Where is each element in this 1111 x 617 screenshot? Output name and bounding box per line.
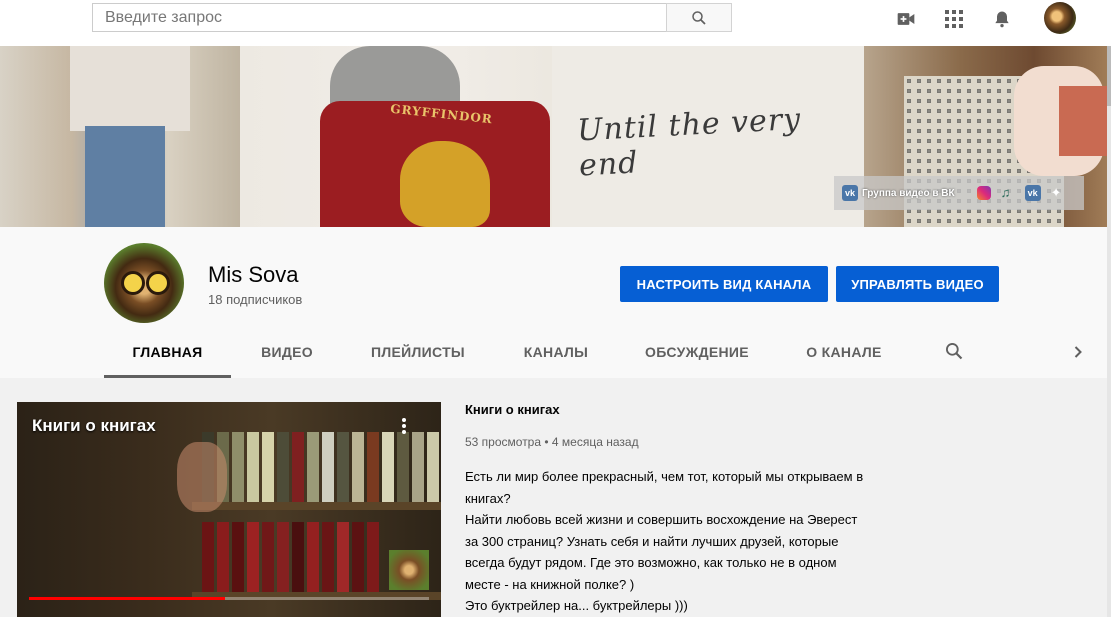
vk-icon[interactable]: vk [842, 185, 858, 201]
customize-channel-button[interactable]: НАСТРОИТЬ ВИД КАНАЛА [620, 266, 828, 302]
search-icon [692, 10, 706, 25]
banner-photo-jacket: GRYFFINDOR [240, 46, 552, 227]
page-scrollbar[interactable] [1107, 46, 1111, 617]
banner-links: vk Группа видео в ВК ♫ vk ✦ [834, 176, 1084, 210]
tab-home[interactable]: ГЛАВНАЯ [104, 326, 231, 378]
account-avatar[interactable] [1044, 2, 1076, 34]
tab-channels[interactable]: КАНАЛЫ [509, 326, 603, 376]
channel-avatar [104, 243, 184, 323]
featured-video-player[interactable]: Книги о книгах [17, 402, 441, 617]
search-input[interactable] [92, 3, 666, 32]
apps-grid-icon[interactable] [944, 9, 964, 29]
tab-about[interactable]: О КАНАЛЕ [794, 326, 894, 376]
manage-videos-button[interactable]: УПРАВЛЯТЬ ВИДЕО [836, 266, 999, 302]
channel-banner: GRYFFINDOR Until the very end vk Группа … [0, 46, 1107, 227]
tab-playlists[interactable]: ПЛЕЙЛИСТЫ [356, 326, 480, 376]
video-description: Есть ли мир более прекрасный, чем тот, к… [465, 469, 864, 613]
banner-script-text: Until the very end [576, 101, 802, 184]
tab-discussion[interactable]: ОБСУЖДЕНИЕ [634, 326, 760, 376]
video-overlay-title[interactable]: Книги о книгах [32, 416, 156, 436]
channel-tabs: ГЛАВНАЯ ВИДЕО ПЛЕЙЛИСТЫ КАНАЛЫ ОБСУЖДЕНИ… [104, 326, 1107, 378]
search-button[interactable] [666, 3, 732, 32]
plus-icon[interactable]: ✦ [1051, 185, 1062, 201]
more-vert-icon[interactable] [397, 416, 411, 436]
channel-content: Книги о книгах Книги о книгах 53 просмот… [0, 378, 1107, 617]
banner-photo-window [0, 46, 240, 227]
instagram-icon[interactable] [976, 186, 991, 200]
music-icon[interactable]: ♫ [1001, 186, 1015, 200]
channel-watermark [389, 550, 429, 590]
video-camera-add-icon[interactable] [896, 9, 916, 29]
top-bar [0, 0, 1111, 46]
channel-header: Mis Sova 18 подписчиков НАСТРОИТЬ ВИД КА… [0, 227, 1107, 378]
tab-videos[interactable]: ВИДЕО [242, 326, 332, 376]
video-progress-fill [29, 597, 225, 600]
subscriber-count: 18 подписчиков [208, 292, 303, 307]
view-count: 53 просмотра [465, 435, 542, 449]
chevron-right-icon[interactable] [1068, 342, 1088, 362]
notifications-bell-icon[interactable] [992, 9, 1012, 29]
banner-script-panel: Until the very end [552, 46, 864, 227]
channel-search-icon[interactable] [944, 341, 964, 361]
meta-separator: • [544, 435, 549, 449]
channel-name: Mis Sova [208, 262, 299, 287]
video-meta: 53 просмотра • 4 месяца назад [465, 435, 885, 449]
page-scrollbar-thumb[interactable] [1107, 46, 1111, 106]
vk-icon[interactable]: vk [1024, 185, 1041, 201]
upload-age: 4 месяца назад [551, 435, 639, 449]
featured-video-info: Книги о книгах 53 просмотра • 4 месяца н… [465, 402, 885, 617]
video-title[interactable]: Книги о книгах [465, 402, 885, 417]
banner-link-label[interactable]: Группа видео в ВК [862, 188, 955, 199]
